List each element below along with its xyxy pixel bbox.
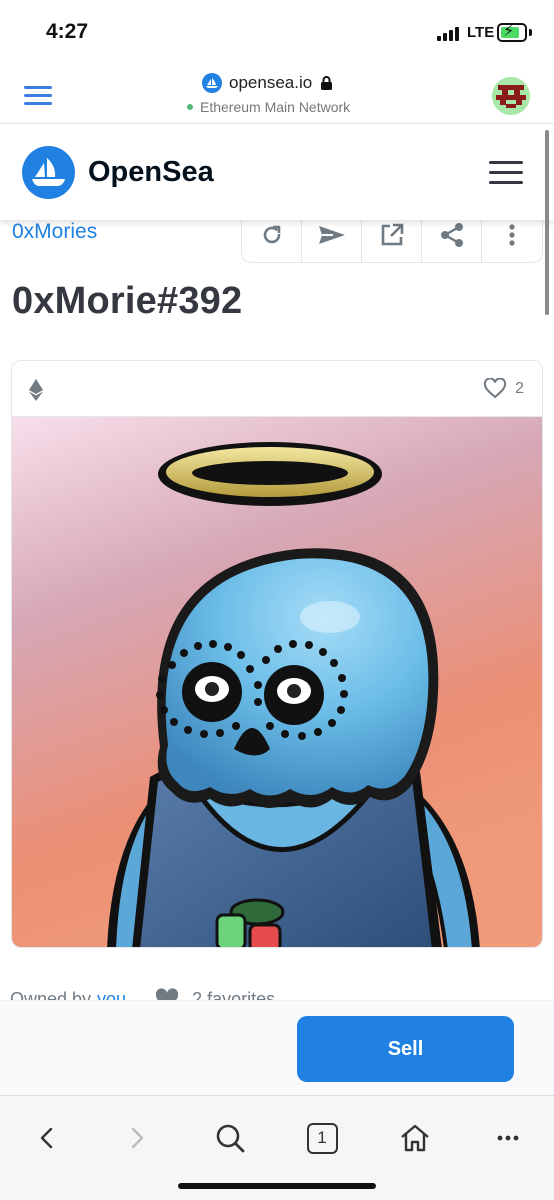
home-indicator <box>178 1183 376 1189</box>
heart-icon <box>484 378 507 399</box>
share-icon <box>440 222 463 247</box>
action-bar: Sell <box>0 1000 554 1095</box>
menu-icon[interactable] <box>24 86 52 106</box>
home-button[interactable] <box>395 1118 435 1158</box>
status-bar: 4:27 LTE ⚡ <box>0 0 554 62</box>
refresh-icon <box>263 225 280 243</box>
opensea-logo-icon[interactable] <box>22 146 75 199</box>
network-name: Ethereum Main Network <box>200 99 351 115</box>
collection-link[interactable]: 0xMories <box>12 220 97 244</box>
signal-icon <box>437 27 463 41</box>
send-icon <box>318 225 345 244</box>
nft-image[interactable] <box>12 417 543 948</box>
external-link-icon <box>381 223 403 245</box>
scrollbar[interactable] <box>545 130 549 315</box>
brand-name[interactable]: OpenSea <box>88 156 214 189</box>
ethereum-icon <box>29 379 43 401</box>
sell-button[interactable]: Sell <box>297 1016 514 1082</box>
network-indicator: Ethereum Main Network <box>187 99 350 115</box>
domain-row[interactable]: opensea.io <box>202 72 333 94</box>
nft-card: 2 <box>11 360 543 948</box>
favorite-button[interactable]: 2 <box>483 378 524 399</box>
opensea-favicon <box>202 73 222 93</box>
back-button[interactable] <box>26 1118 66 1158</box>
search-icon <box>216 1124 245 1153</box>
tabs-button[interactable]: 1 <box>302 1118 342 1158</box>
back-icon <box>40 1127 53 1149</box>
browser-address-bar: opensea.io Ethereum Main Network <box>0 62 554 124</box>
battery-cap <box>529 29 532 36</box>
lock-icon <box>321 76 333 90</box>
home-icon <box>401 1124 429 1152</box>
hamburger-menu-icon[interactable] <box>489 161 523 185</box>
card-header: 2 <box>12 361 542 417</box>
opensea-header: OpenSea <box>0 124 554 220</box>
item-title: 0xMorie#392 <box>12 280 243 322</box>
more-options-icon <box>509 223 515 246</box>
domain-text: opensea.io <box>229 73 313 92</box>
forward-button[interactable] <box>118 1118 158 1158</box>
tabs-icon: 1 <box>306 1122 338 1154</box>
more-button[interactable] <box>488 1118 528 1158</box>
forward-icon <box>131 1127 144 1149</box>
network-type-label: LTE <box>467 24 495 41</box>
search-button[interactable] <box>210 1118 250 1158</box>
account-avatar[interactable] <box>492 77 530 115</box>
status-time: 4:27 <box>46 20 89 43</box>
favorites-count: 2 <box>515 379 524 397</box>
more-icon <box>497 1135 519 1141</box>
network-status-dot <box>187 104 193 110</box>
charging-bolt-icon: ⚡ <box>503 23 515 40</box>
